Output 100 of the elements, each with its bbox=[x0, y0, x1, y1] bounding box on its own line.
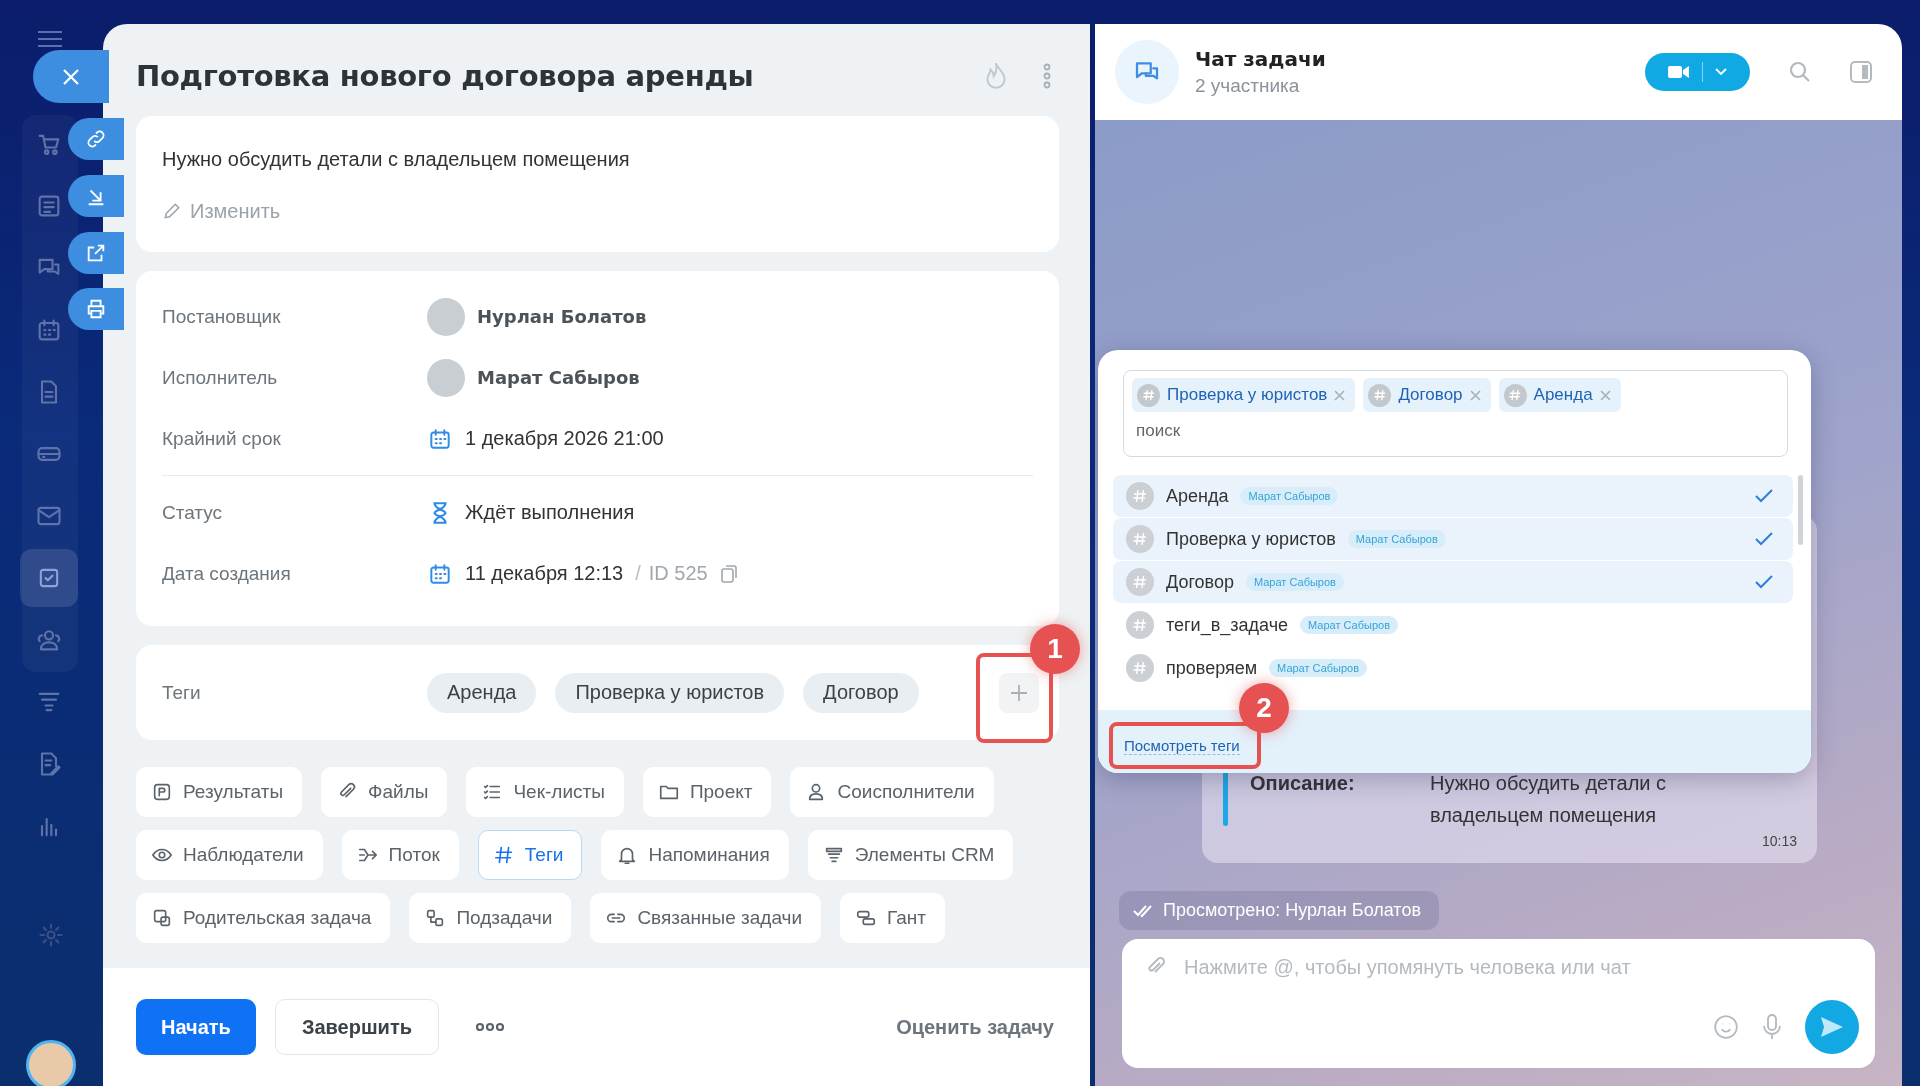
microphone-icon[interactable] bbox=[1761, 1013, 1783, 1041]
section-button[interactable]: Теги bbox=[477, 830, 583, 880]
author-label: Марат Сабыров bbox=[1347, 530, 1446, 548]
download-button[interactable] bbox=[68, 175, 124, 217]
copy-icon[interactable] bbox=[719, 562, 740, 585]
printer-icon bbox=[85, 298, 107, 320]
section-button[interactable]: Родительская задача bbox=[136, 893, 391, 943]
result-icon bbox=[151, 781, 173, 803]
smiley-icon[interactable] bbox=[1713, 1014, 1739, 1040]
field-value: Ждёт выполнения bbox=[465, 501, 635, 524]
hash-icon bbox=[1132, 531, 1148, 547]
field-label: Крайний срок bbox=[162, 427, 282, 450]
section-button[interactable]: Наблюдатели bbox=[136, 830, 323, 880]
field-value[interactable]: Марат Сабыров bbox=[477, 367, 640, 388]
section-button[interactable]: Связанные задачи bbox=[590, 893, 822, 943]
external-link-icon bbox=[85, 242, 107, 264]
side-panel-icon[interactable] bbox=[1850, 61, 1872, 83]
section-button[interactable]: Поток bbox=[341, 830, 459, 880]
field-value[interactable]: Нурлан Болатов bbox=[477, 306, 647, 327]
remove-icon[interactable] bbox=[1599, 389, 1611, 401]
copy-link-button[interactable] bbox=[68, 118, 124, 160]
more-vertical-icon[interactable] bbox=[1043, 63, 1051, 89]
section-button[interactable]: Соисполнители bbox=[790, 767, 994, 817]
section-button[interactable]: Гант bbox=[840, 893, 946, 943]
chevron-down-icon bbox=[1715, 68, 1727, 76]
task-id: ID 525 bbox=[648, 562, 708, 585]
user-avatar[interactable] bbox=[26, 1040, 76, 1086]
section-button[interactable]: Чек-листы bbox=[466, 767, 624, 817]
video-call-button[interactable] bbox=[1645, 53, 1750, 91]
open-external-button[interactable] bbox=[68, 232, 124, 274]
more-dots-icon[interactable] bbox=[476, 1021, 504, 1033]
link-icon bbox=[85, 128, 107, 150]
task-description: Нужно обсудить детали с владельцем помещения bbox=[162, 147, 631, 172]
tag-option[interactable]: Проверка у юристов Марат Сабыров bbox=[1113, 518, 1793, 560]
nav-item[interactable] bbox=[20, 549, 78, 607]
field-value: 1 декабря 2026 21:00 bbox=[465, 427, 664, 450]
author-label: Марат Сабыров bbox=[1300, 616, 1398, 634]
avatar bbox=[427, 297, 465, 336]
chat-title: Чат задачи bbox=[1195, 47, 1327, 71]
scrollbar-thumb[interactable] bbox=[1798, 475, 1803, 545]
field-label: Статус bbox=[162, 501, 224, 524]
tag-name: Проверка у юристов bbox=[1166, 528, 1336, 550]
search-icon[interactable] bbox=[1788, 60, 1812, 84]
field-label: Дата создания bbox=[162, 562, 292, 585]
task-title: Подготовка нового договора аренды bbox=[136, 59, 755, 93]
field-label: Постановщик bbox=[162, 305, 282, 328]
tag-name: теги_в_задаче bbox=[1166, 614, 1289, 636]
hash-icon bbox=[1132, 660, 1148, 676]
message-text: Нужно обсудить детали с владельцем помещения bbox=[1430, 771, 1668, 828]
separator-slash: / bbox=[635, 562, 641, 585]
close-button[interactable] bbox=[33, 50, 109, 103]
finish-button[interactable]: Завершить bbox=[274, 999, 439, 1055]
avatar bbox=[427, 358, 465, 397]
author-label: Марат Сабыров bbox=[1240, 487, 1339, 505]
tag-name: Договор bbox=[1166, 571, 1234, 593]
tag-chip[interactable]: Проверка у юристов bbox=[555, 672, 785, 713]
settings-icon bbox=[37, 921, 65, 949]
message-input[interactable]: Нажмите @, чтобы упомянуть человека или чат bbox=[1184, 955, 1859, 979]
start-button[interactable]: Начать bbox=[136, 999, 256, 1055]
print-button[interactable] bbox=[68, 288, 124, 330]
check-icon bbox=[1755, 575, 1773, 589]
tag-option[interactable]: Договор Марат Сабыров bbox=[1113, 561, 1793, 603]
tag-option[interactable]: Аренда Марат Сабыров bbox=[1113, 475, 1793, 517]
tag-chip[interactable]: Договор bbox=[803, 672, 919, 713]
menu-icon[interactable] bbox=[36, 30, 64, 48]
selected-tag-chip[interactable]: Аренда bbox=[1498, 378, 1621, 412]
tags-label: Теги bbox=[162, 681, 202, 704]
send-button[interactable] bbox=[1805, 1000, 1859, 1054]
add-tag-button[interactable] bbox=[999, 672, 1039, 713]
selected-tag-chip[interactable]: Договор bbox=[1363, 378, 1491, 412]
check-icon bbox=[1755, 489, 1773, 503]
hash-icon bbox=[1132, 488, 1148, 504]
section-button[interactable]: Результаты bbox=[136, 767, 303, 817]
selected-tag-chip[interactable]: Проверка у юристов bbox=[1132, 378, 1356, 412]
field-value: 11 декабря 12:13 bbox=[465, 562, 624, 585]
remove-icon[interactable] bbox=[1334, 389, 1346, 401]
hash-icon bbox=[1132, 574, 1148, 590]
close-icon bbox=[61, 66, 81, 87]
section-button[interactable]: Напоминания bbox=[601, 830, 789, 880]
video-camera-icon bbox=[1668, 65, 1690, 79]
tag-search-input[interactable]: поиск bbox=[1136, 421, 1436, 441]
rate-task-link[interactable]: Оценить задачу bbox=[896, 1015, 1054, 1039]
parent-task-icon bbox=[151, 907, 173, 929]
section-button[interactable]: Файлы bbox=[321, 767, 448, 817]
section-button[interactable]: Элементы CRM bbox=[807, 830, 1014, 880]
message-time: 10:13 bbox=[1761, 833, 1797, 849]
hash-icon bbox=[1132, 617, 1148, 633]
check-icon bbox=[1755, 532, 1773, 546]
paper-plane-icon bbox=[1820, 1016, 1844, 1038]
field-label: Исполнитель bbox=[162, 366, 279, 389]
tag-chip[interactable]: Аренда bbox=[427, 672, 537, 713]
double-check-icon bbox=[1133, 903, 1155, 918]
tag-option[interactable]: теги_в_задаче Марат Сабыров bbox=[1113, 604, 1793, 646]
view-tags-link[interactable]: Посмотреть теги bbox=[1124, 736, 1240, 755]
remove-icon[interactable] bbox=[1469, 389, 1481, 401]
section-button[interactable]: Проект bbox=[642, 767, 772, 817]
tag-name: проверяем bbox=[1166, 657, 1258, 679]
author-label: Марат Сабыров bbox=[1245, 573, 1344, 591]
section-button[interactable]: Подзадачи bbox=[409, 893, 572, 943]
message-label: Описание: bbox=[1250, 771, 1356, 796]
